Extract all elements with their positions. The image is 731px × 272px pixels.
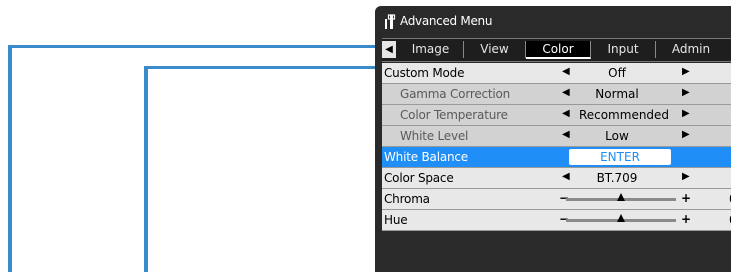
row-label: White Balance	[384, 150, 468, 164]
row-white-balance[interactable]: White Balance ENTER	[382, 147, 731, 168]
row-white-level[interactable]: White Level ◀ Low ▶	[382, 126, 731, 147]
slider-knob[interactable]	[617, 193, 625, 201]
right-arrow-icon[interactable]: ▶	[682, 108, 690, 119]
callout-line-custom-mode-h	[144, 66, 383, 69]
menu-title: Advanced Menu	[400, 14, 493, 28]
callout-line-back	[8, 45, 12, 272]
tab-admin[interactable]: Admin	[656, 41, 726, 58]
tab-view[interactable]: View	[464, 41, 526, 58]
row-value: Normal	[595, 87, 639, 101]
callout-line-back-h	[8, 45, 383, 48]
plus-icon[interactable]: +	[681, 191, 691, 205]
row-value: BT.709	[596, 171, 638, 185]
enter-button[interactable]: ENTER	[569, 149, 671, 165]
row-label: Color Temperature	[400, 108, 508, 122]
tab-color[interactable]: Color	[526, 41, 591, 59]
plus-icon[interactable]: +	[681, 212, 691, 226]
callout-line-custom-mode	[144, 66, 148, 272]
advanced-menu-panel: Advanced Menu ◀ Image View Color Input A…	[375, 6, 731, 272]
tab-input[interactable]: Input	[591, 41, 656, 58]
row-color-space[interactable]: Color Space ◀ BT.709 ▶	[382, 168, 731, 189]
row-label: Chroma	[384, 192, 430, 206]
row-value: Low	[605, 129, 629, 143]
right-arrow-icon[interactable]: ▶	[682, 129, 690, 140]
right-arrow-icon[interactable]: ▶	[682, 66, 690, 77]
row-label: Custom Mode	[384, 66, 465, 80]
right-arrow-icon[interactable]: ▶	[682, 87, 690, 98]
row-value: Recommended	[578, 108, 670, 122]
row-chroma[interactable]: Chroma − + 0	[382, 189, 731, 210]
wrench-icon	[385, 14, 396, 29]
back-arrow-icon[interactable]: ◀	[382, 41, 396, 58]
row-label: White Level	[400, 129, 469, 143]
left-arrow-icon[interactable]: ◀	[562, 108, 570, 119]
tab-bar: ◀ Image View Color Input Admin	[382, 38, 731, 62]
row-hue[interactable]: Hue − + 0	[382, 210, 731, 231]
row-label: Hue	[384, 213, 408, 227]
row-value: Off	[608, 66, 626, 80]
row-gamma-correction[interactable]: Gamma Correction ◀ Normal ▶	[382, 84, 731, 105]
row-label: Gamma Correction	[400, 87, 511, 101]
row-custom-mode[interactable]: Custom Mode ◀ Off ▶	[382, 63, 731, 84]
right-arrow-icon[interactable]: ▶	[682, 171, 690, 182]
slider-knob[interactable]	[617, 214, 625, 222]
row-color-temperature[interactable]: Color Temperature ◀ Recommended ▶	[382, 105, 731, 126]
tab-image[interactable]: Image	[398, 41, 464, 58]
menu-rows: Custom Mode ◀ Off ▶ Gamma Correction ◀ N…	[382, 63, 731, 269]
menu-title-bar: Advanced Menu	[375, 6, 731, 36]
row-label: Color Space	[384, 171, 454, 185]
